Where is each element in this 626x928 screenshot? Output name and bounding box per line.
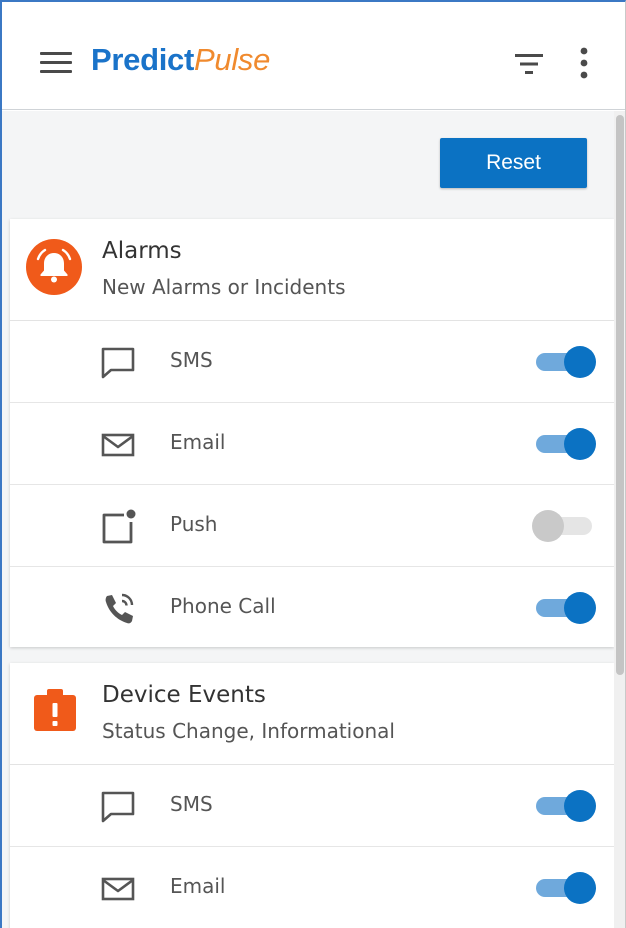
reset-button[interactable]: Reset [440,138,587,188]
logo-pulse: Pulse [194,42,271,77]
channel-label: Email [170,874,226,898]
logo-predict: Predict [91,42,194,77]
phone-call-toggle[interactable] [532,591,596,625]
section-header: Alarms New Alarms or Incidents [10,219,614,321]
section-subtitle: Status Change, Informational [102,719,395,743]
filter-icon[interactable] [514,52,544,76]
app-frame: PredictPulse Reset Alarms New Alarms or … [0,0,626,928]
more-vertical-icon[interactable] [578,46,590,80]
email-toggle[interactable] [532,427,596,461]
hamburger-icon[interactable] [40,52,72,74]
email-icon [101,877,135,901]
app-logo: PredictPulse [91,42,270,78]
section-title: Alarms [102,238,182,264]
settings-content: Reset Alarms New Alarms or Incidents SMS [2,111,614,928]
sms-icon [101,791,135,823]
section-header: Device Events Status Change, Information… [10,663,614,765]
section-subtitle: New Alarms or Incidents [102,275,346,299]
phone-call-icon [105,593,134,624]
channel-row-email: Email [10,847,614,928]
email-toggle[interactable] [532,871,596,905]
channel-label: SMS [170,348,213,372]
push-toggle[interactable] [532,509,596,543]
section-card-device-events: Device Events Status Change, Information… [10,663,614,928]
channel-label: Phone Call [170,594,276,618]
channel-label: Email [170,430,226,454]
channel-label: SMS [170,792,213,816]
channel-label: Push [170,512,218,536]
device-event-icon [34,689,76,731]
section-title: Device Events [102,682,266,708]
channel-row-sms: SMS [10,765,614,847]
channel-row-sms: SMS [10,321,614,403]
scrollbar-thumb[interactable] [616,115,624,675]
channel-row-phone-call: Phone Call [10,567,614,649]
sms-toggle[interactable] [532,789,596,823]
sms-toggle[interactable] [532,345,596,379]
channel-row-email: Email [10,403,614,485]
app-header: PredictPulse [2,2,625,110]
push-notification-icon [102,509,136,544]
section-card-alarms: Alarms New Alarms or Incidents SMS Email [10,219,614,647]
alarm-bell-icon [26,239,82,295]
sms-icon [101,347,135,379]
channel-row-push: Push [10,485,614,567]
email-icon [101,433,135,457]
scrollbar[interactable] [614,111,625,928]
